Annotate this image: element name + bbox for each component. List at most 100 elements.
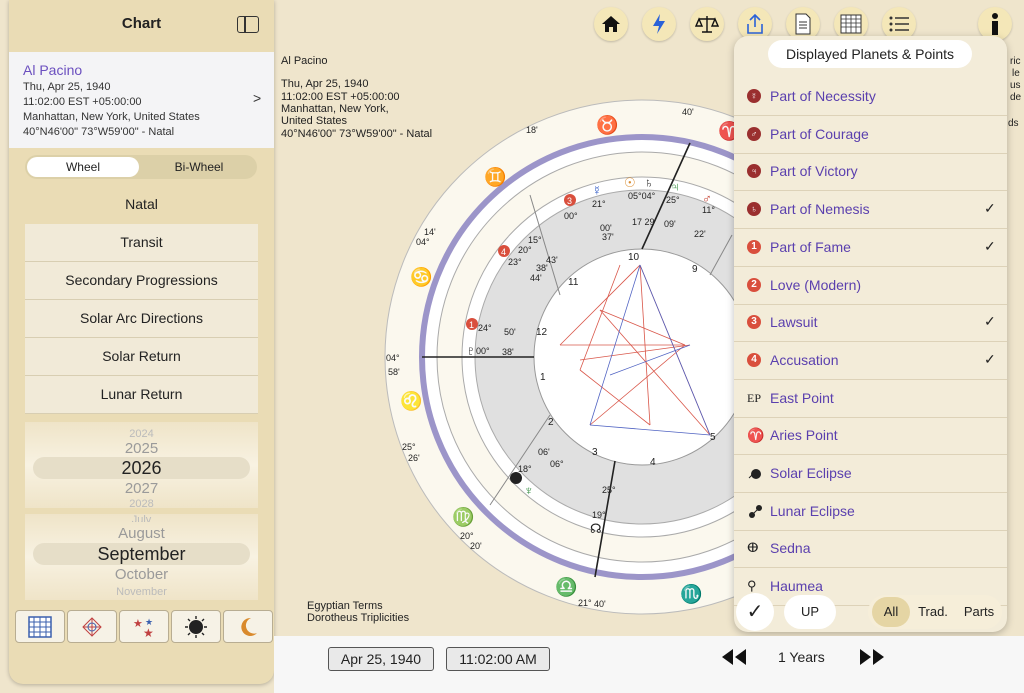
- checkmark-icon: ✓: [984, 237, 996, 254]
- lightning-icon[interactable]: [642, 7, 676, 41]
- person-time: 11:02:00 EST +05:00:00: [23, 96, 142, 108]
- scales-icon[interactable]: [690, 7, 724, 41]
- sedna-icon: ⴲ: [747, 540, 759, 556]
- moon-icon[interactable]: [223, 610, 273, 643]
- panel-row[interactable]: Lunar Eclipse: [734, 493, 1007, 531]
- chevron-right-icon[interactable]: >: [253, 90, 261, 106]
- eclipse-icon[interactable]: [171, 610, 221, 643]
- part-victory-icon: ♃: [747, 164, 763, 180]
- solar-eclipse-icon: [747, 466, 763, 482]
- filter-segment: All Trad. Parts: [868, 595, 1002, 629]
- panel-row-label: Haumea: [770, 578, 823, 595]
- svg-text:3: 3: [567, 196, 572, 206]
- home-icon[interactable]: [594, 7, 628, 41]
- aries-icon: ♈: [747, 427, 765, 444]
- filter-all[interactable]: All: [872, 597, 910, 627]
- filter-traditional[interactable]: Trad.: [912, 595, 954, 629]
- time-field[interactable]: 11:02:00 AM: [446, 647, 550, 671]
- svg-text:5: 5: [710, 432, 716, 443]
- panel-row[interactable]: ♈ Aries Point: [734, 417, 1007, 456]
- svg-text:14': 14': [424, 227, 436, 237]
- year-picker[interactable]: 2024 2025 2026 2027 2028: [25, 422, 258, 508]
- menu-item-solar-return[interactable]: Solar Return: [25, 338, 258, 376]
- panel-row[interactable]: 1 Part of Fame ✓: [734, 229, 1007, 267]
- chart-place: United States: [281, 115, 348, 127]
- fast-forward-icon[interactable]: [858, 648, 886, 671]
- svg-text:43': 43': [546, 255, 558, 265]
- svg-text:4: 4: [650, 457, 656, 468]
- menu-item-lunar-return[interactable]: Lunar Return: [25, 376, 258, 414]
- menu-item-solar-arc[interactable]: Solar Arc Directions: [25, 300, 258, 338]
- svg-text:58': 58': [388, 367, 400, 377]
- panel-row-label: Part of Courage: [770, 125, 869, 142]
- svg-text:4: 4: [501, 247, 506, 257]
- svg-text:06': 06': [538, 447, 550, 457]
- confirm-button[interactable]: ✓: [736, 593, 774, 631]
- tab-bi-wheel[interactable]: Bi-Wheel: [143, 157, 255, 177]
- svg-text:★: ★: [133, 618, 143, 630]
- panel-row-label: East Point: [770, 389, 834, 406]
- date-field[interactable]: Apr 25, 1940: [328, 647, 434, 671]
- svg-text:38': 38': [536, 263, 548, 273]
- rewind-icon[interactable]: [720, 648, 748, 671]
- svg-text:20°: 20°: [518, 245, 532, 255]
- num1-icon: 1: [747, 239, 763, 256]
- year-option: 2025: [124, 440, 159, 457]
- table-grid-icon[interactable]: [15, 610, 65, 643]
- svg-text:21°: 21°: [592, 199, 606, 209]
- svg-text:50': 50': [504, 327, 516, 337]
- displayed-points-panel: Displayed Planets & Points ☿ Part of Nece…: [734, 36, 1007, 632]
- panel-row[interactable]: Solar Eclipse: [734, 455, 1007, 493]
- panel-row[interactable]: 4 Accusation ✓: [734, 342, 1007, 380]
- person-card[interactable]: Al Pacino Thu, Apr 25, 1940 11:02:00 EST…: [9, 52, 274, 148]
- ep-icon: EP: [747, 390, 762, 405]
- svg-text:25°: 25°: [666, 195, 680, 205]
- panel-row[interactable]: ♂ Part of Courage: [734, 116, 1007, 154]
- svg-text:1: 1: [469, 320, 474, 330]
- panel-row-label: Solar Eclipse: [770, 465, 852, 481]
- svg-text:38': 38': [502, 347, 514, 357]
- svg-text:00°: 00°: [564, 211, 578, 221]
- svg-text:★: ★: [145, 617, 153, 627]
- person-coords: 40°N46'00" 73°W59'00" - Natal: [23, 126, 175, 138]
- aspect-network-icon[interactable]: [67, 610, 117, 643]
- year-selected: 2026: [121, 458, 162, 478]
- svg-text:04°: 04°: [416, 237, 430, 247]
- panel-row[interactable]: 2 Love (Modern): [734, 267, 1007, 305]
- month-selected: September: [97, 544, 186, 564]
- panel-row[interactable]: ♃ Part of Victory: [734, 153, 1007, 192]
- up-button[interactable]: UP: [784, 595, 836, 629]
- sidebar: Chart Al Pacino Thu, Apr 25, 1940 11:02:…: [9, 0, 274, 684]
- panel-title: Displayed Planets & Points: [768, 40, 972, 68]
- sidebar-title: Chart: [121, 15, 162, 32]
- svg-text:05°04°: 05°04°: [628, 191, 656, 201]
- sidebar-toggle-icon[interactable]: [237, 16, 259, 33]
- bottom-bar: Apr 25, 1940 11:02:00 AM 1 Years: [274, 636, 1024, 693]
- panel-row[interactable]: EP East Point: [734, 380, 1007, 418]
- svg-text:09': 09': [664, 219, 676, 229]
- svg-text:37': 37': [602, 232, 614, 242]
- tab-wheel[interactable]: Wheel: [27, 157, 139, 177]
- sidebar-icon-bar: ★ ★ ★: [9, 610, 274, 648]
- chart-date: Thu, Apr 25, 1940: [281, 78, 369, 90]
- svg-text:24°: 24°: [478, 323, 492, 333]
- panel-list: ☿ Part of Necessity ♂ Part of Courage ♃ Part …: [734, 78, 1007, 607]
- menu-item-natal[interactable]: Natal: [9, 196, 274, 212]
- svg-text:00°: 00°: [476, 346, 490, 356]
- panel-row[interactable]: 3 Lawsuit ✓: [734, 304, 1007, 343]
- panel-row[interactable]: ♄ Part of Nemesis ✓: [734, 191, 1007, 230]
- step-label[interactable]: 1 Years: [778, 649, 825, 665]
- menu-item-transit[interactable]: Transit: [25, 224, 258, 262]
- svg-text:21°: 21°: [578, 598, 592, 608]
- svg-text:40': 40': [594, 599, 606, 609]
- month-picker[interactable]: July August September October November: [25, 514, 258, 600]
- partial-text: us: [1010, 80, 1021, 91]
- year-option: 2027: [124, 480, 159, 497]
- astrology-wheel[interactable]: 1 2 3 4 5 9 10 11 12 18' 40' 14' 04° 04°…: [380, 95, 760, 615]
- svg-text:♎: ♎: [555, 576, 577, 597]
- panel-row[interactable]: ☿ Part of Necessity: [734, 78, 1007, 116]
- panel-row[interactable]: ⴲ Sedna: [734, 530, 1007, 569]
- menu-item-secondary-progressions[interactable]: Secondary Progressions: [25, 262, 258, 300]
- stars-icon[interactable]: ★ ★ ★: [119, 610, 169, 643]
- filter-parts[interactable]: Parts: [958, 595, 1000, 629]
